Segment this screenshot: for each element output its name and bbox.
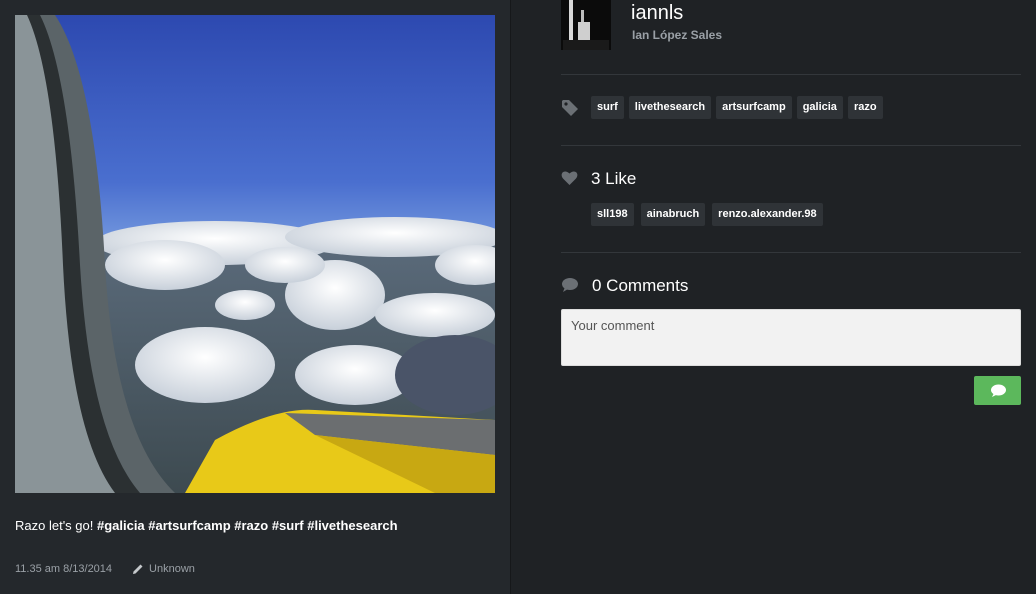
tag-chip[interactable]: galicia [796,96,843,119]
likes-count: 3 Like [591,169,637,188]
pencil-icon [133,564,143,574]
comments-count: 0 Comments [592,276,689,295]
tag-chip[interactable]: artsurfcamp [716,96,792,119]
post-filter: Unknown [149,563,195,575]
liker-chip[interactable]: ainabruch [640,203,706,226]
comment-input[interactable] [561,309,1021,366]
liker-chip[interactable]: sll198 [591,203,634,226]
divider [561,145,1021,146]
divider [561,74,1021,75]
username[interactable]: iannls [631,2,683,25]
heart-icon[interactable] [561,170,578,186]
details-panel: iannls Ian López Sales surf livethesearch… [511,0,1036,594]
tag-icon [562,100,578,116]
speech-bubble-icon [562,278,578,292]
tag-chip[interactable]: surf [591,96,624,119]
post-caption: Razo let's go! #galicia #artsurfcamp #ra… [15,518,398,533]
liker-chip[interactable]: renzo.alexander.98 [712,203,823,226]
avatar[interactable] [561,0,611,50]
send-comment-button[interactable] [974,376,1021,405]
tag-chip[interactable]: razo [847,96,883,119]
likers-list: sll198 ainabruch renzo.alexander.98 [591,203,823,226]
tag-list: surf livethesearch artsurfcamp galicia razo [591,96,883,119]
photo-panel: Razo let's go! #galicia #artsurfcamp #ra… [0,0,510,594]
tag-chip[interactable]: livethesearch [628,96,712,119]
caption-hashtags[interactable]: #galicia #artsurfcamp #razo #surf #livet… [97,518,398,533]
post-meta: 11.35 am 8/13/2014 Unknown [15,563,195,575]
divider [561,252,1021,253]
post-timestamp: 11.35 am 8/13/2014 [15,563,113,575]
post-photo [15,15,495,493]
full-name: Ian López Sales [632,28,723,42]
caption-text: Razo let's go! [15,518,97,533]
speech-bubble-icon [990,384,1006,397]
